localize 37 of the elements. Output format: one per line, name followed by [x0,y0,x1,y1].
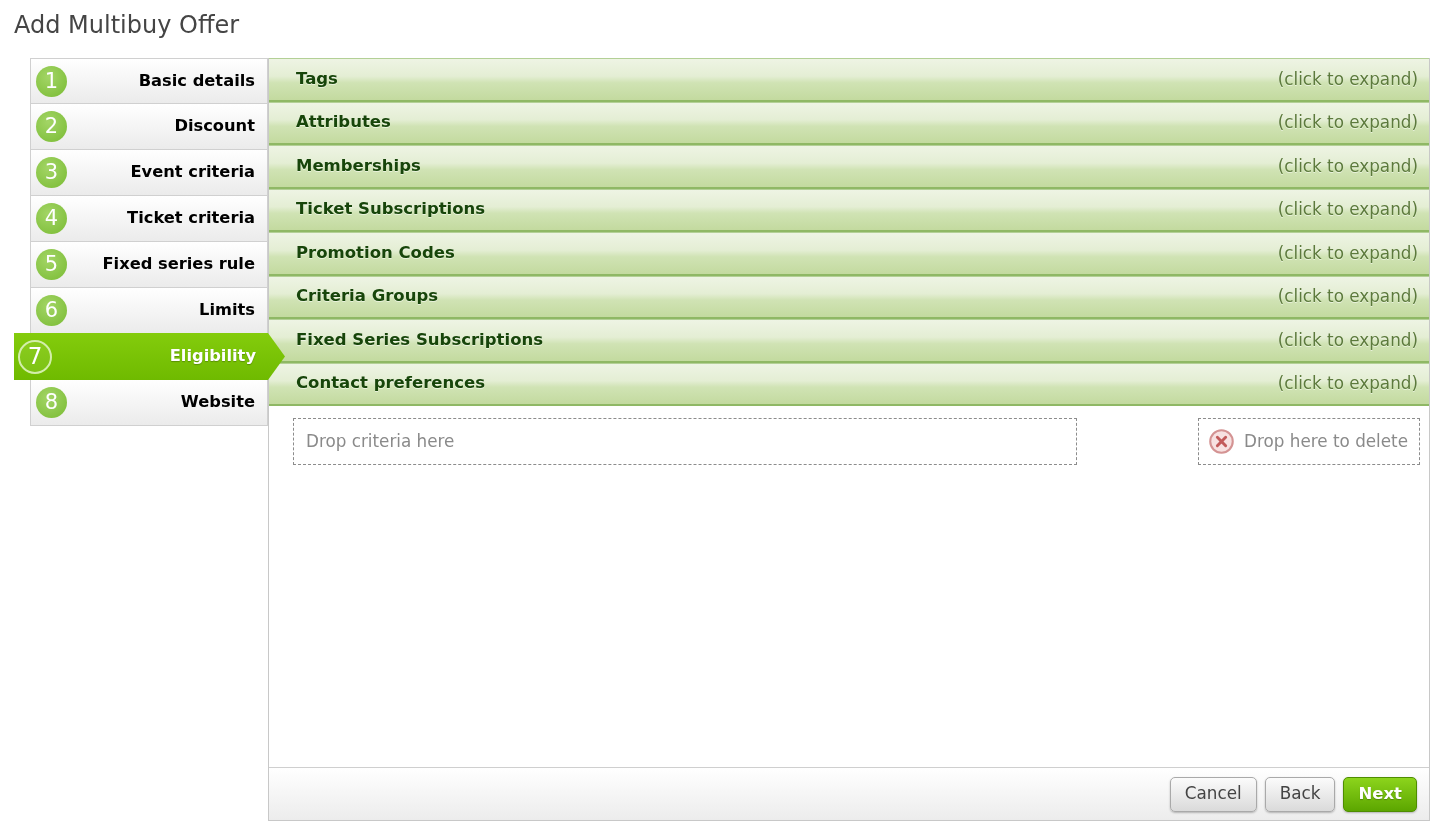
wizard-step-tab[interactable]: 3 Event criteria [30,150,268,196]
step-number: 6 [36,295,67,326]
expand-hint: (click to expand) [1277,198,1418,222]
wizard-step-tab[interactable]: 1 Basic details [30,58,268,104]
step-number: 1 [36,65,67,97]
nav-button[interactable]: Cancel [1169,776,1257,812]
step-number: 2 [36,111,67,142]
expand-hint: (click to expand) [1277,111,1418,135]
expand-hint: (click to expand) [1277,241,1418,265]
expand-hint: (click to expand) [1277,285,1418,309]
page-title: Add Multibuy Offer [14,11,240,39]
step-number: 8 [36,387,67,418]
accordion-header[interactable]: Promotion Codes (click to expand) [269,232,1429,276]
criteria-drop-zone: Drop criteria here [293,418,1077,465]
wizard-step-tab[interactable]: 5 Fixed series rule [30,242,268,288]
expand-hint: (click to expand) [1277,67,1418,91]
expand-hint: (click to expand) [1277,154,1418,178]
wizard-step-tab[interactable]: 2 Discount [30,104,268,150]
accordion-header[interactable]: Fixed Series Subscriptions (click to expand) [269,319,1429,363]
accordion-header[interactable]: Tags (click to expand) [269,58,1429,102]
wizard-step-tab[interactable]: 8 Website [30,380,268,426]
step-number: 7 [18,339,52,374]
step-number: 3 [36,157,67,188]
accordion-header[interactable]: Attributes (click to expand) [269,101,1429,145]
accordion-header[interactable]: Ticket Subscriptions (click to expand) [269,188,1429,232]
step-number: 5 [36,249,67,280]
accordion-header[interactable]: Criteria Groups (click to expand) [269,275,1429,319]
wizard-step-tab[interactable]: 6 Limits [30,288,268,334]
expand-hint: (click to expand) [1277,372,1418,396]
expand-hint: (click to expand) [1277,328,1418,352]
accordion-header[interactable]: Contact preferences (click to expand) [269,362,1429,406]
x-circle-icon [1209,429,1235,454]
wizard-step-tab[interactable]: 4 Ticket criteria [30,196,268,242]
step-number: 4 [36,203,67,234]
nav-button[interactable]: Back [1264,776,1336,812]
accordion-header[interactable]: Memberships (click to expand) [269,145,1429,189]
drop-zone-label: Drop here to delete [1244,429,1408,453]
